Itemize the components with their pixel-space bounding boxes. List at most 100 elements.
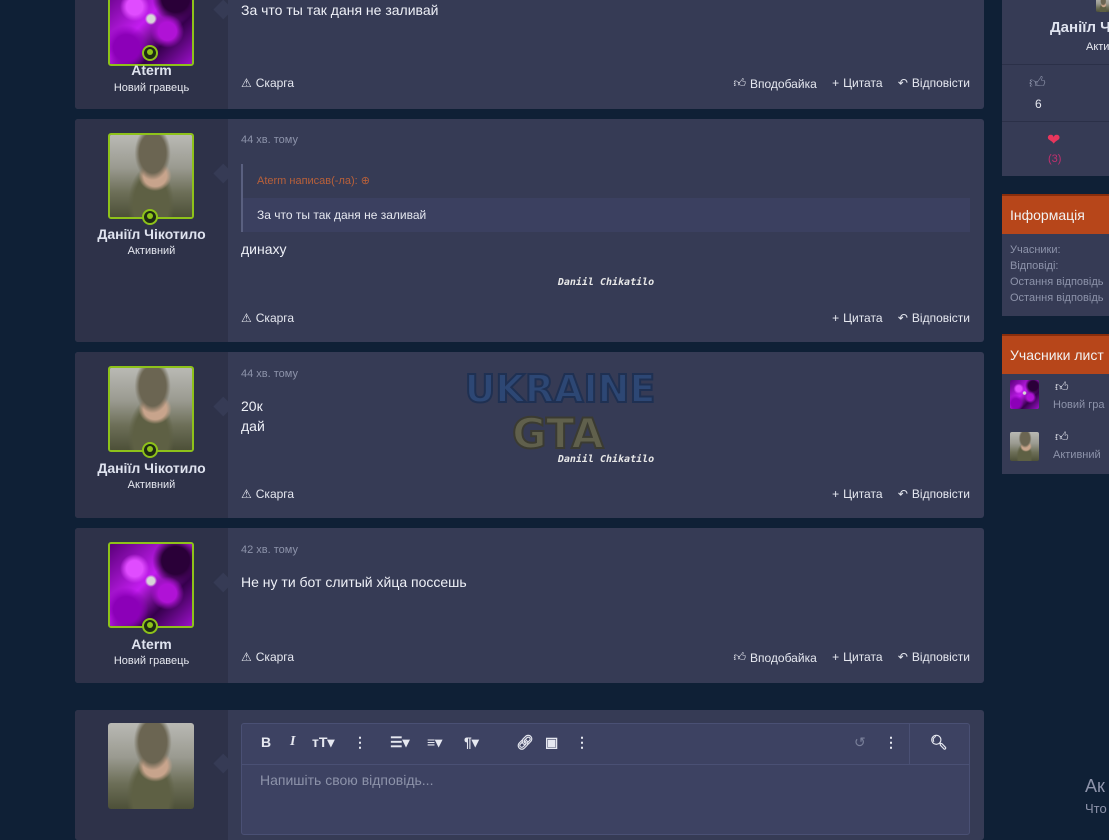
plus-icon: +: [832, 650, 840, 664]
user-column: Даніїл Чікотило Активний: [75, 119, 228, 342]
more-icon[interactable]: ⋮: [353, 734, 367, 751]
reply-icon: ↶: [897, 650, 908, 664]
paragraph-icon[interactable]: ¶▾: [464, 734, 479, 751]
plus-icon: +: [832, 76, 840, 90]
text-size-icon[interactable]: тT▾: [312, 734, 334, 751]
report-button[interactable]: ⚠ Скарга: [241, 650, 294, 664]
user-title: Новий гравець: [113, 655, 190, 667]
post-message: Не ну ти бот слитый хйца поссешь: [241, 574, 467, 590]
reply-icon: ↶: [897, 311, 908, 325]
like-button[interactable]: 👍︎ Вподобайка: [733, 650, 816, 665]
report-button[interactable]: ⚠ Скарга: [241, 487, 294, 501]
post-message: За что ты так даня не заливай: [241, 2, 439, 18]
avatar[interactable]: [108, 542, 194, 628]
sidebar-user-card: Даніїл Ч Акти 👍︎ 6 ❤ (3): [1002, 0, 1109, 176]
username[interactable]: Даніїл Чікотило: [75, 460, 228, 476]
participant-avatar[interactable]: [1010, 380, 1039, 409]
post-aterm-1: Aterm Новий гравець За что ты так даня н…: [75, 0, 984, 109]
post-timestamp[interactable]: 44 хв. тому: [241, 134, 298, 146]
warning-icon: ⚠: [241, 487, 252, 501]
align-icon[interactable]: ≡▾: [427, 734, 442, 751]
more-icon[interactable]: ⋮: [575, 734, 589, 751]
quote-button[interactable]: + Цитата: [832, 650, 882, 664]
post-message: динаху: [241, 241, 287, 257]
username[interactable]: Aterm: [75, 62, 228, 78]
report-button[interactable]: ⚠ Скарга: [241, 311, 294, 325]
reply-button[interactable]: ↶ Відповісти: [898, 311, 970, 325]
user-column: Даніїл Чікотило Активний: [75, 352, 228, 518]
reply-editor[interactable]: B I тT▾ ⋮ ☰▾ ≡▾ ¶▾ 🔗︎ ▣ ⋮ ↺ ⋮ 🔍︎ Напишіт…: [241, 723, 970, 835]
reply-icon: ↶: [897, 487, 908, 501]
info-row-last-reply: Остання відповідь: [1010, 276, 1104, 288]
preview-icon[interactable]: 🔍︎: [930, 734, 948, 751]
reply-button[interactable]: ↶ Відповісти: [898, 487, 970, 501]
user-title: Активний: [127, 245, 176, 257]
editor-toolbar: B I тT▾ ⋮ ☰▾ ≡▾ ¶▾ 🔗︎ ▣ ⋮ ↺ ⋮ 🔍︎: [242, 724, 969, 765]
svg-text:UKRAINE: UKRAINE: [465, 367, 656, 411]
user-column: Aterm Новий гравець: [75, 0, 228, 109]
participant-subtitle: Активний: [1053, 449, 1101, 461]
user-column: [75, 710, 228, 840]
svg-text:GTA: GTA: [512, 409, 604, 458]
corner-label: Ак: [1085, 776, 1105, 796]
quote-button[interactable]: + Цитата: [832, 76, 882, 90]
sidebar-user-name[interactable]: Даніїл Ч: [1050, 19, 1109, 36]
avatar[interactable]: [108, 723, 194, 809]
divider: [1002, 64, 1109, 65]
post-timestamp[interactable]: 44 хв. тому: [241, 368, 298, 380]
warning-icon: ⚠: [241, 76, 252, 90]
info-row-participants: Учасники:: [1010, 244, 1061, 256]
mini-avatar[interactable]: [1096, 0, 1109, 12]
participant-avatar[interactable]: [1010, 432, 1039, 461]
reply-icon: ↶: [897, 76, 908, 90]
sidebar-info: Інформація Учасники: Відповіді: Остання …: [1002, 194, 1109, 316]
post-aterm-2: Aterm Новий гравець 42 хв. тому Не ну ти…: [75, 528, 984, 683]
participants-title: Учасники лист: [1002, 334, 1109, 374]
post-message-line-2: дай: [241, 418, 265, 434]
more-icon[interactable]: ⋮: [884, 734, 898, 751]
online-indicator-icon: [142, 442, 158, 458]
warning-icon: ⚠: [241, 311, 252, 325]
avatar[interactable]: [108, 366, 194, 452]
quote-header[interactable]: Aterm написав(-ла): ⊕: [243, 164, 970, 198]
corner-sublabel: Что: [1085, 801, 1107, 816]
report-button[interactable]: ⚠ Скарга: [241, 76, 294, 90]
username[interactable]: Даніїл Чікотило: [75, 226, 228, 242]
warning-icon: ⚠: [241, 650, 252, 664]
post-timestamp[interactable]: 42 хв. тому: [241, 544, 298, 556]
user-column: Aterm Новий гравець: [75, 528, 228, 683]
quote-button[interactable]: + Цитата: [832, 311, 882, 325]
signature: Daniil Chikatilo: [557, 277, 655, 288]
thumbs-up-icon: 👍︎: [1055, 429, 1069, 444]
info-title: Інформація: [1002, 194, 1109, 234]
plus-icon: +: [832, 311, 840, 325]
likes-count: 6: [1035, 97, 1042, 111]
reply-button[interactable]: ↶ Відповісти: [898, 76, 970, 90]
sidebar-participants: Учасники лист 👍︎ Новий гра 👍︎ Активний: [1002, 334, 1109, 474]
username[interactable]: Aterm: [75, 636, 228, 652]
undo-icon[interactable]: ↺: [854, 734, 866, 751]
italic-icon[interactable]: I: [290, 734, 295, 750]
reaction-icon: ❤: [1047, 132, 1061, 149]
info-row-last-reply-2: Остання відповідь: [1010, 292, 1104, 304]
thumbs-up-icon: 👍︎: [733, 76, 746, 90]
image-icon[interactable]: ▣: [545, 734, 558, 751]
ukraine-gta-watermark-logo: UKRAINE GTA: [464, 366, 657, 459]
editor-placeholder[interactable]: Напишіть свою відповідь...: [260, 772, 433, 788]
plus-icon: +: [832, 487, 840, 501]
thumbs-up-icon: 👍︎: [1029, 75, 1046, 92]
sidebar-user-status: Акти: [1086, 41, 1109, 53]
bold-icon[interactable]: B: [261, 734, 271, 750]
quote-button[interactable]: + Цитата: [832, 487, 882, 501]
divider: [1002, 121, 1109, 122]
up-arrow-icon: ⊕: [360, 175, 371, 187]
list-icon[interactable]: ☰▾: [390, 734, 410, 751]
post-content: 42 хв. тому Не ну ти бот слитый хйца пос…: [228, 528, 984, 683]
user-title: Активний: [127, 479, 176, 491]
link-icon[interactable]: 🔗︎: [516, 734, 534, 751]
like-button[interactable]: 👍︎ Вподобайка: [733, 76, 816, 91]
online-indicator-icon: [142, 618, 158, 634]
reply-button[interactable]: ↶ Відповісти: [898, 650, 970, 664]
avatar[interactable]: [108, 133, 194, 219]
thumbs-up-icon: 👍︎: [733, 650, 746, 664]
